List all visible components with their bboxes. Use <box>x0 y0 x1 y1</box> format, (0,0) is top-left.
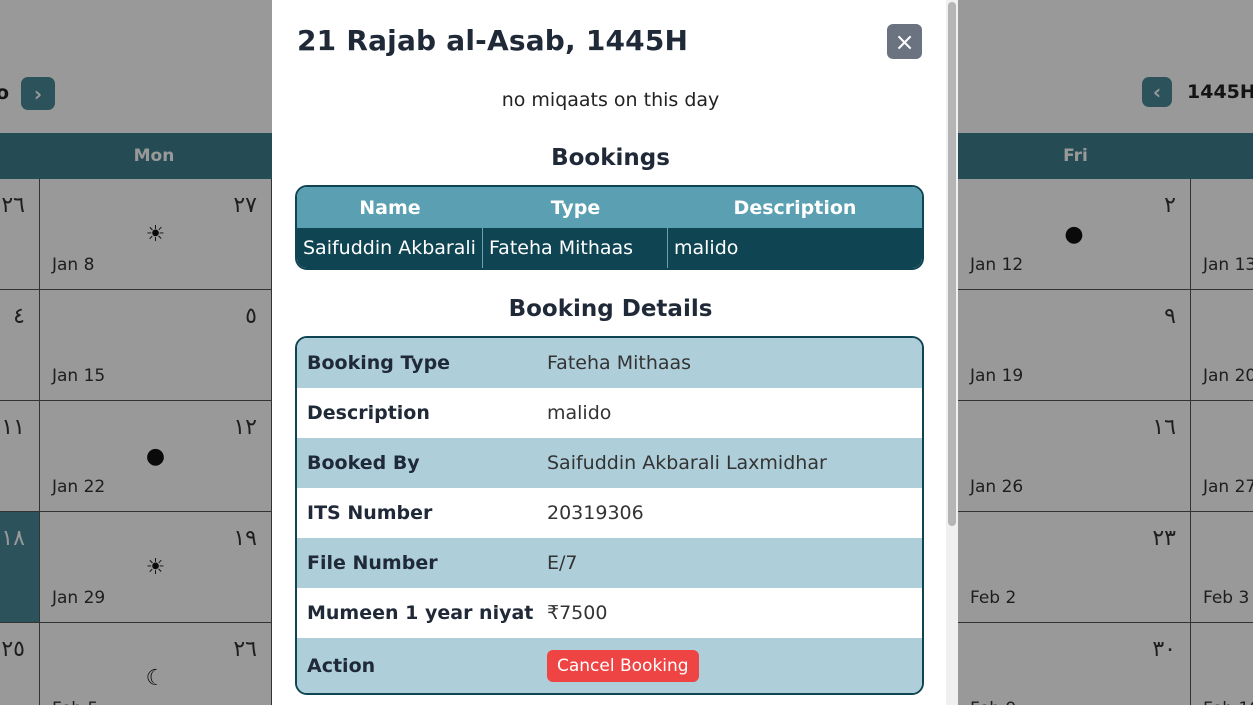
detail-value: Fateha Mithaas <box>547 352 692 374</box>
detail-value: 20319306 <box>547 502 644 524</box>
detail-label: Booked By <box>307 452 420 474</box>
modal-title: 21 Rajab al-Asab, 1445H <box>297 24 689 57</box>
detail-value: Saifuddin Akbarali Laxmidhar <box>547 452 827 474</box>
column-header-type: Type <box>550 196 601 219</box>
detail-label: Description <box>307 402 430 424</box>
bookings-table: Name Type Description Saifuddin Akbarali… <box>295 185 924 270</box>
scrollbar-thumb[interactable] <box>948 2 956 526</box>
detail-label: ITS Number <box>307 502 433 524</box>
detail-label: Action <box>307 654 376 677</box>
detail-row-action: Action Cancel Booking <box>297 638 922 693</box>
detail-row-file-number: File Number E/7 <box>297 538 922 588</box>
detail-value: malido <box>547 402 612 424</box>
booking-name-cell: Saifuddin Akbarali Laxmidhar <box>297 228 483 268</box>
booking-description-cell: malido <box>674 237 739 259</box>
detail-row-booking-type: Booking Type Fateha Mithaas <box>297 338 922 388</box>
booking-type-cell: Fateha Mithaas <box>483 228 668 268</box>
detail-label: File Number <box>307 552 438 574</box>
detail-row-booked-by: Booked By Saifuddin Akbarali Laxmidhar <box>297 438 922 488</box>
column-header-name: Name <box>359 196 421 219</box>
bookings-table-header: Name Type Description <box>297 187 922 228</box>
detail-label: Booking Type <box>307 352 451 374</box>
column-header-description: Description <box>733 196 857 219</box>
detail-row-its-number: ITS Number 20319306 <box>297 488 922 538</box>
detail-value: E/7 <box>547 552 578 574</box>
bookings-heading: Bookings <box>551 145 670 171</box>
close-button[interactable]: × <box>887 24 922 59</box>
detail-row-description: Description malido <box>297 388 922 438</box>
day-details-modal: 21 Rajab al-Asab, 1445H × no miqaats on … <box>272 0 949 705</box>
cancel-booking-button[interactable]: Cancel Booking <box>547 649 699 682</box>
no-miqaat-message: no miqaats on this day <box>501 89 720 111</box>
modal-scrollbar[interactable] <box>946 0 958 705</box>
detail-row-niyat: Mumeen 1 year niyat ₹7500 <box>297 588 922 638</box>
booking-details-table: Booking Type Fateha Mithaas Description … <box>295 336 924 695</box>
booking-details-heading: Booking Details <box>508 296 713 322</box>
detail-value: ₹7500 <box>547 602 608 624</box>
close-icon: × <box>894 27 915 56</box>
table-row[interactable]: Saifuddin Akbarali Laxmidhar Fateha Mith… <box>297 228 922 268</box>
detail-label: Mumeen 1 year niyat <box>307 602 534 624</box>
